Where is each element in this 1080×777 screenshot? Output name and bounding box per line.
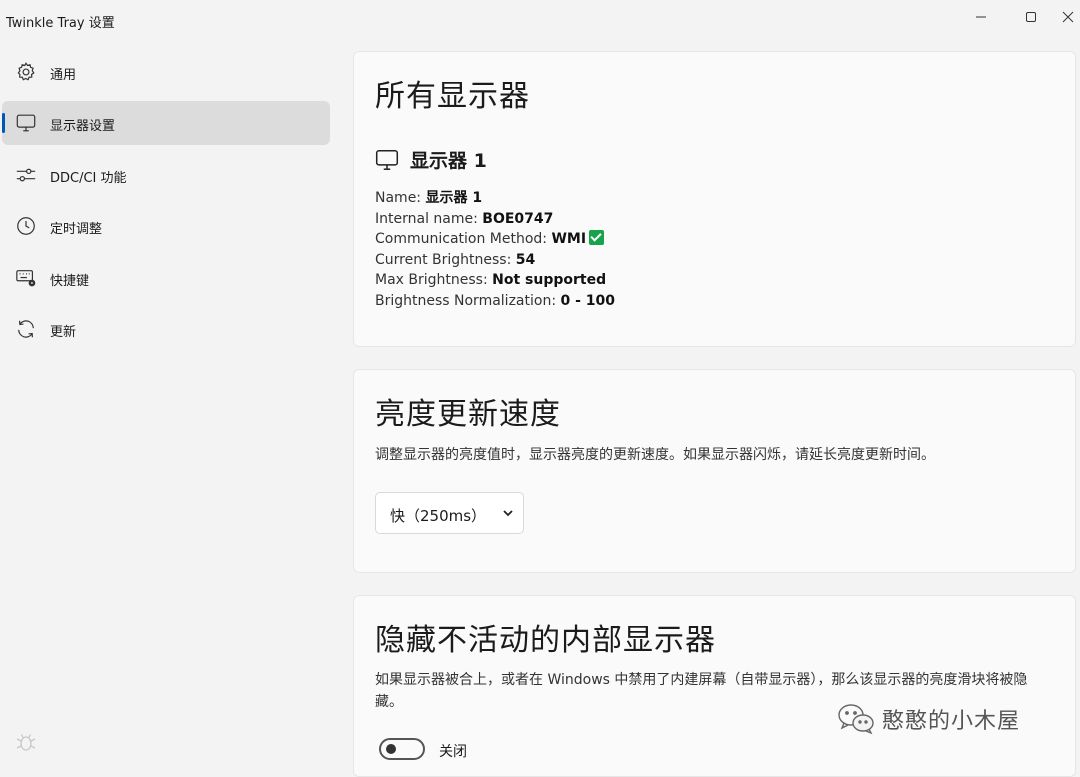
monitor-info: Name: 显示器 1 Internal name: BOE0747 Commu… (375, 188, 615, 311)
info-row-max-brightness: Max Brightness: Not supported (375, 270, 615, 291)
monitor-header: 显示器 1 (374, 146, 487, 173)
select-value: 快（250ms） (390, 507, 487, 525)
info-value: 54 (515, 251, 536, 268)
minimize-button[interactable] (958, 2, 1004, 32)
info-label: Brightness Normalization: (375, 292, 557, 309)
maximize-icon (1026, 12, 1036, 22)
toggle-knob (386, 744, 396, 754)
update-speed-card: 亮度更新速度 调整显示器的亮度值时，显示器亮度的更新速度。如果显示器闪烁，请延长… (353, 369, 1076, 573)
update-speed-select[interactable]: 快（250ms） (375, 492, 524, 534)
info-value: WMI (551, 231, 587, 247)
info-label: Communication Method: (375, 231, 548, 247)
sidebar-item-label: 更新 (50, 325, 77, 340)
watermark: 憨憨的小木屋 (836, 702, 1020, 736)
sidebar-item-label: 快捷键 (50, 274, 90, 289)
title-bar: Twinkle Tray 设置 (0, 0, 1080, 40)
sidebar-item-display-settings[interactable]: 显示器设置 (2, 101, 330, 145)
card-title: 所有显示器 (375, 79, 530, 114)
sidebar-item-ddcci[interactable]: DDC/CI 功能 (2, 153, 330, 197)
monitor-icon (14, 111, 38, 135)
hide-internal-toggle[interactable] (379, 738, 425, 760)
monitor-icon (375, 149, 399, 170)
close-icon (1062, 11, 1074, 23)
info-value: BOE0747 (482, 210, 554, 227)
info-row-internal-name: Internal name: BOE0747 (375, 209, 615, 230)
sidebar-item-updates[interactable]: 更新 (2, 307, 330, 351)
toggle-label: 关闭 (439, 744, 467, 760)
sidebar-item-label: 通用 (50, 68, 77, 83)
info-row-current-brightness: Current Brightness: 54 (375, 250, 615, 271)
sidebar-item-label: DDC/CI 功能 (50, 171, 127, 186)
sliders-icon (14, 163, 38, 187)
info-value: 显示器 1 (425, 190, 483, 206)
info-label: Max Brightness: (375, 272, 488, 288)
info-label: Name: (375, 190, 422, 206)
card-description: 调整显示器的亮度值时，显示器亮度的更新速度。如果显示器闪烁，请延长亮度更新时间。 (375, 447, 935, 463)
info-row-communication: Communication Method: WMI (375, 229, 615, 250)
clock-icon (14, 214, 38, 238)
sidebar-item-hotkeys[interactable]: 快捷键 (2, 256, 330, 300)
sidebar-item-general[interactable]: 通用 (2, 50, 330, 94)
keyboard-icon (14, 266, 38, 290)
chevron-down-icon (503, 510, 513, 517)
info-value: Not supported (492, 272, 607, 288)
sidebar: 通用 显示器设置 DDC/CI 功能 定时调整 快捷键 更新 (0, 48, 340, 768)
all-monitors-card: 所有显示器 显示器 1 Name: 显示器 1 Internal name: B… (353, 51, 1076, 347)
bug-icon[interactable] (14, 730, 38, 754)
watermark-text: 憨憨的小木屋 (882, 709, 1021, 734)
info-label: Internal name: (375, 210, 478, 227)
card-title: 隐藏不活动的内部显示器 (375, 623, 716, 658)
close-button[interactable] (1058, 2, 1080, 32)
maximize-button[interactable] (1008, 2, 1054, 32)
wechat-icon (838, 704, 874, 735)
sidebar-item-label: 显示器设置 (50, 119, 116, 134)
info-label: Current Brightness: (375, 251, 512, 268)
info-row-name: Name: 显示器 1 (375, 188, 615, 209)
hide-internal-card: 隐藏不活动的内部显示器 如果显示器被合上，或者在 Windows 中禁用了内建屏… (353, 595, 1076, 777)
monitor-title: 显示器 1 (410, 150, 487, 172)
refresh-icon (14, 317, 38, 341)
sidebar-item-schedule[interactable]: 定时调整 (2, 204, 330, 248)
gear-icon (14, 60, 38, 84)
minimize-icon (976, 16, 986, 18)
sidebar-item-label: 定时调整 (50, 222, 103, 237)
window-title: Twinkle Tray 设置 (6, 16, 115, 31)
check-icon (589, 230, 605, 245)
card-title: 亮度更新速度 (375, 397, 561, 432)
info-value: 0 - 100 (560, 292, 616, 309)
info-row-normalization: Brightness Normalization: 0 - 100 (375, 291, 615, 312)
active-indicator (2, 113, 5, 133)
